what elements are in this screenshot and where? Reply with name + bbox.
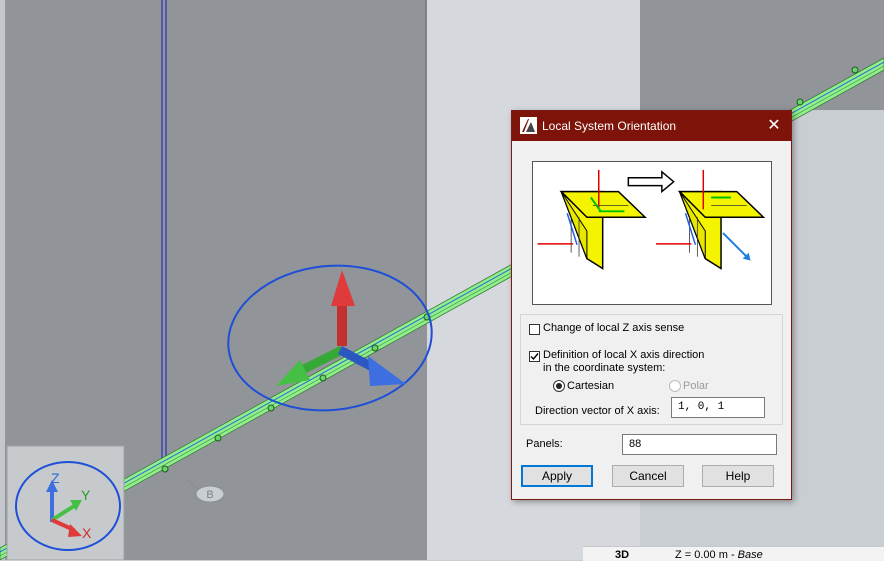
polar-label: Polar <box>683 380 709 392</box>
grid-label: B <box>206 489 213 501</box>
direction-vector-input[interactable]: 1, 0, 1 <box>671 397 765 418</box>
z-axis-sense-after-icon <box>655 169 766 270</box>
axis-view-box <box>6 445 125 560</box>
axis-z-label: Z <box>51 470 60 486</box>
direction-vector-label: Direction vector of X axis: <box>535 405 660 417</box>
panels-label: Panels: <box>526 438 563 450</box>
wall-panel-right <box>640 0 884 110</box>
orientation-illustration <box>532 161 772 305</box>
checkmark-icon <box>530 353 539 361</box>
level-indicator[interactable]: Z = 0.00 m - Base <box>675 549 763 561</box>
close-button[interactable]: ✕ <box>757 111 791 141</box>
define-x-axis-label-line1: Definition of local X axis direction <box>543 349 705 361</box>
cartesian-radio[interactable] <box>553 380 565 392</box>
axis-y-label: Y <box>81 487 91 503</box>
cartesian-label: Cartesian <box>567 380 615 392</box>
dialog-titlebar[interactable]: Local System Orientation ✕ <box>512 111 791 141</box>
polar-radio[interactable] <box>669 380 681 392</box>
dialog-title: Local System Orientation <box>542 119 677 133</box>
local-system-orientation-dialog: Local System Orientation ✕ Change of loc… <box>511 110 792 500</box>
change-z-sense-label: Change of local Z axis sense <box>543 322 685 334</box>
view-mode-indicator[interactable]: 3D <box>615 549 629 561</box>
cancel-button[interactable]: Cancel <box>612 465 684 487</box>
options-group: Change of local Z axis sense Definition … <box>520 314 783 425</box>
arrow-right-icon <box>627 170 675 194</box>
panels-input[interactable]: 88 <box>622 434 777 455</box>
apply-button[interactable]: Apply <box>521 465 593 487</box>
help-button[interactable]: Help <box>702 465 774 487</box>
change-z-sense-checkbox[interactable] <box>529 324 540 335</box>
axis-x-label: X <box>82 525 92 541</box>
define-x-axis-label-line2: in the coordinate system: <box>543 362 666 374</box>
level-name: Base <box>737 549 763 561</box>
app-logo-icon <box>520 117 537 134</box>
statusbar: 3D Z = 0.00 m - Base <box>583 546 884 561</box>
define-x-axis-checkbox[interactable] <box>529 351 540 362</box>
